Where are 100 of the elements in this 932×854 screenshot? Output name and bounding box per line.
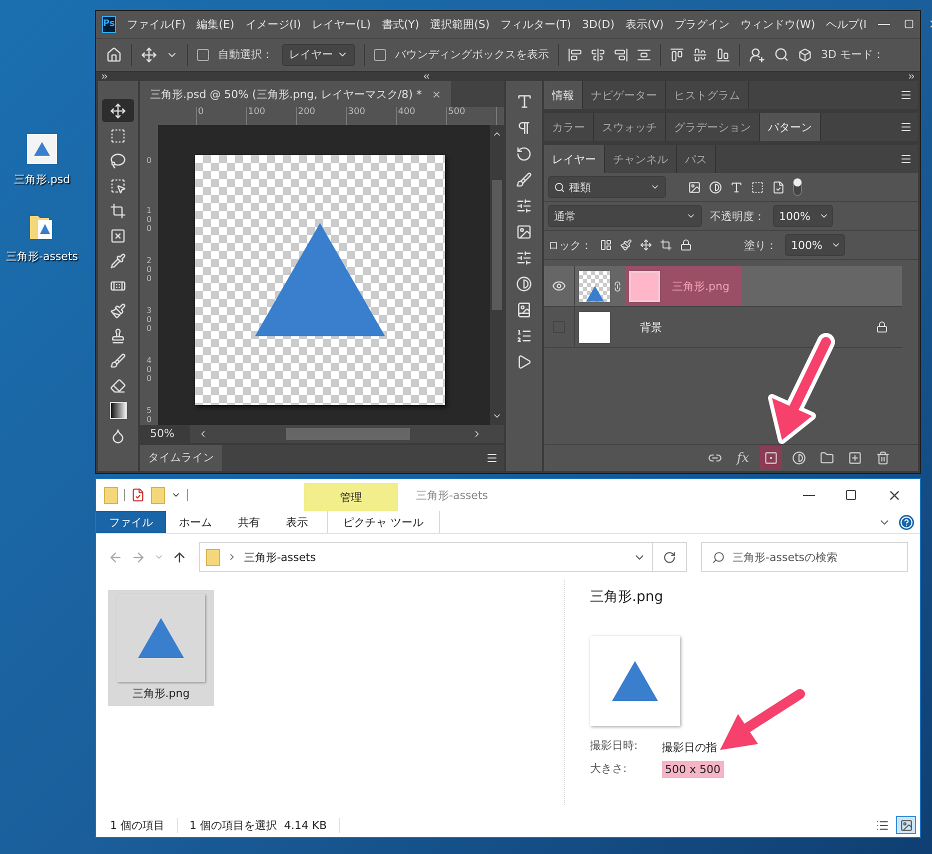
address-bar[interactable]: 三角形-assets [198, 542, 653, 572]
file-label: 三角形-assets [6, 249, 78, 264]
ruler-number: 100 [247, 107, 266, 119]
text-icon [516, 93, 532, 110]
layer-name: 三角形.png [672, 278, 730, 294]
ruler-number: 500 [447, 107, 466, 119]
property-value: 500 x 500 [662, 761, 724, 778]
adjustment-filter-icon [709, 180, 722, 194]
scrollbar-thumb[interactable] [286, 428, 410, 440]
menu-icon [900, 153, 912, 165]
layer-thumbnail [579, 312, 610, 342]
panel-tab[interactable]: パターン [760, 113, 821, 141]
lock-artboard-icon [660, 239, 672, 251]
zoom-level[interactable]: 50% [140, 425, 190, 443]
image-icon [516, 224, 532, 240]
bounding-box-label: バウンディングボックスを表示 [395, 47, 549, 62]
panel-tab[interactable]: レイヤー [544, 145, 605, 173]
mask-icon [764, 451, 778, 465]
image-filter-icon [688, 180, 701, 194]
window-title: 三角形-assets [416, 488, 488, 502]
menu-item[interactable]: フィルター(T) [500, 16, 572, 32]
panel-tab[interactable]: 情報 [544, 81, 583, 109]
adjustment-icon [792, 451, 806, 465]
menu-item[interactable]: 表示(V) [626, 16, 664, 32]
minimize-icon[interactable] [803, 494, 815, 496]
document-tab[interactable]: 三角形.psd @ 50% (三角形.png, レイヤーマスク/8) * × [140, 81, 452, 107]
minimize-icon[interactable] [878, 24, 890, 25]
home-icon [106, 46, 122, 63]
align-top-icon [670, 48, 684, 62]
selection-info: 1 個の項目を選択 4.14 KB [190, 818, 340, 832]
image-file-icon[interactable] [26, 134, 57, 164]
ribbon-tab[interactable]: ファイル [96, 511, 166, 533]
menu-item[interactable]: ウィンドウ(W) [740, 16, 816, 32]
paragraph-icon [516, 120, 532, 136]
refresh-button[interactable] [652, 542, 687, 572]
menu-icon [900, 121, 912, 133]
align-middle-icon [693, 48, 707, 62]
mask-button[interactable] [760, 446, 782, 470]
preview-view-button[interactable] [896, 816, 916, 834]
fill-label: 塗り： [744, 238, 777, 252]
toggle-icon[interactable] [793, 178, 802, 196]
image-icon [900, 818, 912, 832]
move-icon [141, 46, 157, 63]
smart-object-icon [772, 180, 785, 194]
triangle-drawing [612, 660, 658, 701]
lasso-icon [110, 152, 126, 168]
tool-button[interactable] [102, 99, 134, 122]
target-dropdown[interactable]: レイヤー [282, 44, 355, 66]
menu-item[interactable]: 3D(D) [582, 18, 615, 31]
timeline-tab[interactable]: タイムライン [140, 445, 222, 471]
fx-button[interactable]: fx [732, 446, 754, 470]
document-title: 三角形.psd @ 50% (三角形.png, レイヤーマスク/8) * [150, 86, 422, 102]
align-bottom-icon [716, 48, 730, 62]
checkbox[interactable] [197, 48, 209, 61]
file-item[interactable]: 三角形.png [108, 590, 214, 706]
menu-icon [900, 89, 912, 101]
move-icon [110, 102, 126, 118]
search-box[interactable]: 三角形-assetsの検索 [700, 542, 908, 572]
menu-item[interactable]: 書式(Y) [382, 16, 420, 32]
object-select-icon [110, 178, 126, 194]
user-add-icon [749, 46, 765, 63]
help-icon[interactable] [899, 514, 914, 530]
menu-item[interactable]: 選択範囲(S) [430, 16, 490, 32]
folder-icon[interactable] [28, 213, 55, 241]
app-logo: Ps [102, 16, 116, 33]
menu-item[interactable]: プラグイン [674, 16, 730, 32]
maximize-icon [904, 19, 914, 30]
ribbon-tab[interactable]: ピクチャ ツール [327, 511, 440, 533]
cube-icon [798, 48, 812, 62]
layer-row[interactable]: 背景 [544, 307, 902, 348]
ruler-number: 300 [146, 307, 152, 335]
menu-item[interactable]: 編集(E) [196, 16, 234, 32]
eyedropper-icon [110, 252, 126, 268]
layer-name: 背景 [639, 320, 662, 334]
file-label: 三角形.psd [14, 172, 70, 187]
triangle-drawing [586, 286, 604, 302]
opacity-field[interactable]: 100% [773, 205, 833, 227]
ruler-number: 0 [197, 107, 205, 119]
lock-pixels-icon [600, 239, 612, 251]
search-input[interactable]: 三角形-assetsの検索 [732, 544, 897, 570]
fill-field[interactable]: 100% [785, 234, 845, 256]
question-icon [900, 516, 913, 528]
ruler-number: 400 [397, 107, 416, 119]
menu-item[interactable]: ファイル(F) [126, 16, 186, 32]
refresh-icon [662, 550, 676, 564]
menu-icon [486, 452, 498, 464]
ruler-number: 200 [297, 107, 316, 119]
menu-item[interactable]: レイヤー(L) [312, 16, 371, 32]
menu-item[interactable]: ヘルプ(I [826, 16, 867, 32]
layer-filter-dropdown[interactable]: 種類 [548, 176, 666, 198]
blend-mode-dropdown[interactable]: 通常 [548, 205, 702, 227]
menu-item[interactable]: イメージ(I) [245, 16, 302, 32]
property-label: 撮影日時: [590, 738, 638, 754]
brush-icon [516, 172, 532, 188]
properties-icon [131, 488, 145, 502]
context-tab-header: 管理 [304, 483, 398, 511]
shape-filter-icon [751, 180, 764, 194]
close-tab-button[interactable]: × [432, 88, 442, 100]
checkbox[interactable] [374, 48, 386, 61]
contrast-icon [516, 276, 532, 292]
